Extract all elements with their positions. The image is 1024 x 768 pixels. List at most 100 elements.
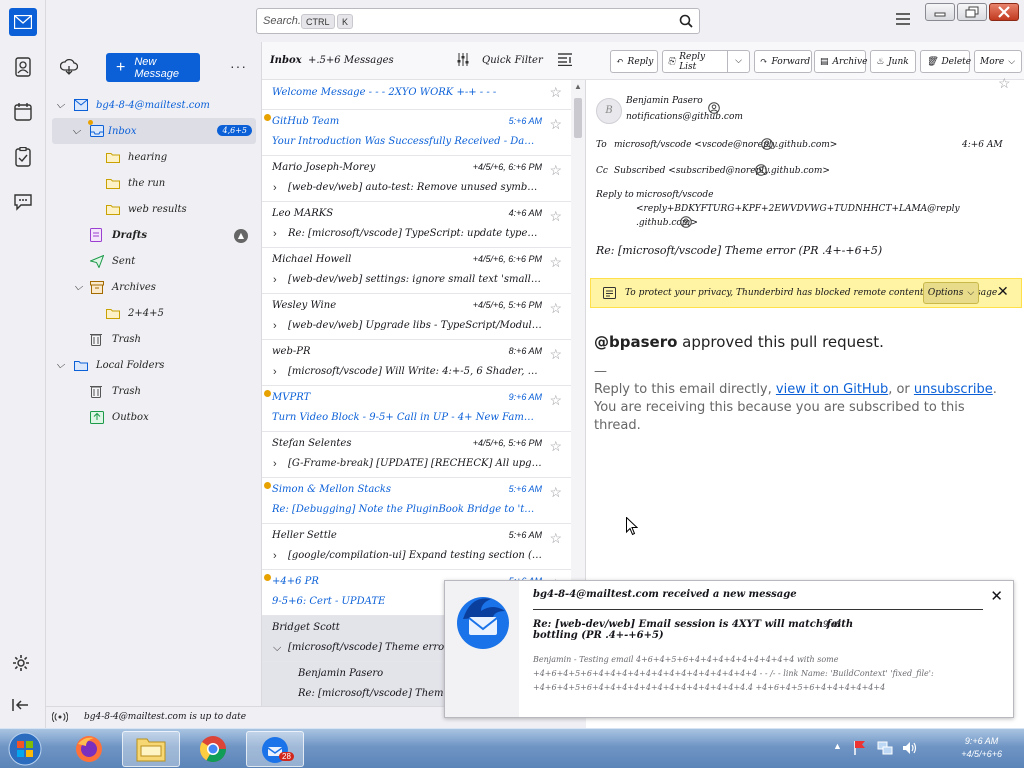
firefox-taskbar-item[interactable] <box>60 731 118 767</box>
folder-drafts[interactable]: Drafts ▲ <box>46 222 262 248</box>
network-icon[interactable] <box>877 741 893 755</box>
folder-archive-sub[interactable]: 2+4+5 <box>46 300 262 326</box>
message-row[interactable]: Welcome Message - - - 2XYO WORK +-+ - - … <box>262 80 572 110</box>
close-icon[interactable]: ✕ <box>997 284 1009 300</box>
folder-hearing[interactable]: hearing <box>46 144 262 170</box>
star-icon[interactable]: ☆ <box>549 162 562 179</box>
message-row[interactable]: Michael Howell +4/5/+6, 6:+6 PM › [web-dev/… <box>262 248 572 294</box>
chevron-down-icon[interactable]: ⌵ <box>72 124 80 138</box>
chevron-down-icon[interactable]: ⌵ <box>74 280 82 294</box>
junk-button[interactable]: ♨ Junk <box>870 50 916 73</box>
folder-local[interactable]: ⌵ Local Folders <box>46 352 262 378</box>
chevron-right-icon[interactable]: › <box>273 228 277 240</box>
message-row[interactable]: MVPRT 9:+6 AM Turn Video Block - 9-5+ Call… <box>262 386 572 432</box>
chevron-down-icon[interactable]: ⌵ <box>56 98 64 112</box>
body-username[interactable]: @bpasero <box>594 333 677 351</box>
app-menu-icon[interactable] <box>896 13 910 25</box>
chrome-taskbar-item[interactable] <box>184 731 242 767</box>
folder-sent[interactable]: Sent <box>46 248 262 274</box>
star-icon[interactable]: ☆ <box>549 530 562 547</box>
action-center-flag-icon[interactable] <box>853 740 867 756</box>
address-book-icon[interactable] <box>11 55 35 79</box>
thunderbird-taskbar-item[interactable]: 28 <box>246 731 304 767</box>
calendar-icon[interactable] <box>11 100 35 124</box>
system-clock[interactable]: 9:+6 AM +4/5/+6+6 <box>961 735 1002 761</box>
close-icon[interactable]: ✕ <box>990 587 1003 605</box>
message-row[interactable]: Simon & Mellon Stacks 5:+6 AM Re: [Debuggi… <box>262 478 572 524</box>
start-button[interactable] <box>0 731 50 767</box>
star-icon[interactable]: ☆ <box>549 484 562 501</box>
folder-archives[interactable]: ⌵ Archives <box>46 274 262 300</box>
more-button[interactable]: More ⌵ <box>974 50 1022 73</box>
filter-sliders-icon[interactable] <box>456 53 470 66</box>
chevron-right-icon[interactable]: › <box>273 182 277 194</box>
chevron-down-icon[interactable]: ⌵ <box>273 642 281 655</box>
chat-icon[interactable] <box>11 190 35 214</box>
cc-value[interactable]: Subscribed <subscribed@noreply.github.co… <box>614 166 830 176</box>
collapse-pane-icon[interactable] <box>12 698 30 712</box>
quick-filter-button[interactable]: Quick Filter <box>482 55 543 66</box>
more-options-icon[interactable]: ··· <box>230 58 247 74</box>
star-icon[interactable]: ☆ <box>549 84 562 101</box>
sender-name[interactable]: Benjamin Pasero <box>626 96 703 106</box>
star-icon[interactable]: ☆ <box>549 254 562 271</box>
search-icon[interactable] <box>679 14 693 28</box>
tasks-icon[interactable] <box>11 145 35 169</box>
reply-button[interactable]: ↶ Reply <box>610 50 658 73</box>
to-value[interactable]: microsoft/vscode <vscode@noreply.github.… <box>614 140 837 150</box>
star-icon[interactable]: ☆ <box>549 392 562 409</box>
restore-button[interactable] <box>957 3 987 21</box>
view-on-github-link[interactable]: view it on GitHub <box>776 382 888 397</box>
chevron-down-icon[interactable]: ⌵ <box>56 358 64 372</box>
chevron-right-icon[interactable]: › <box>273 366 277 378</box>
new-mail-notification[interactable]: bg4-8-4@mailtest.com received a new mess… <box>444 580 1014 718</box>
chevron-right-icon[interactable]: › <box>273 320 277 332</box>
message-row[interactable]: Leo MARKS 4:+6 AM › Re: [microsoft/vscode] … <box>262 202 572 248</box>
forward-button[interactable]: ↷ Forward <box>754 50 812 73</box>
chevron-right-icon[interactable]: › <box>273 274 277 286</box>
contact-icon[interactable] <box>708 102 720 114</box>
archive-button[interactable]: ▤ Archive <box>814 50 867 73</box>
folder-web-results[interactable]: web results <box>46 196 262 222</box>
message-row[interactable]: Stefan Selentes +4/5/+6, 5:+6 PM › [G-Frame… <box>262 432 572 478</box>
star-icon[interactable]: ☆ <box>549 300 562 317</box>
message-row[interactable]: Wesley Wine +4/5/+6, 5:+6 PM › [web-dev/web… <box>262 294 572 340</box>
close-window-button[interactable] <box>989 3 1019 21</box>
contact-icon[interactable] <box>755 164 767 176</box>
minimize-button[interactable] <box>925 3 955 21</box>
star-icon[interactable]: ☆ <box>549 346 562 363</box>
folder-inbox[interactable]: ⌵ Inbox 4,6+5 <box>52 118 256 144</box>
reply-list-button[interactable]: ⎘ Reply List ⌵ <box>662 50 750 73</box>
folder-the-run[interactable]: the run <box>46 170 262 196</box>
search-input[interactable]: Search... CTRL K <box>256 8 700 34</box>
folder-local-trash[interactable]: Trash <box>46 378 262 404</box>
volume-icon[interactable] <box>902 741 918 755</box>
scroll-up-icon[interactable]: ▲ <box>574 82 582 91</box>
settings-gear-icon[interactable] <box>12 654 30 672</box>
sender-address[interactable]: notifications@github.com <box>626 112 743 122</box>
mail-icon[interactable] <box>9 8 37 36</box>
reply-to-value-1[interactable]: microsoft/vscode <box>636 190 713 200</box>
tray-expand-icon[interactable]: ▲ <box>833 741 842 751</box>
message-row[interactable]: Heller Settle 5:+6 AM › [google/compilation… <box>262 524 572 570</box>
message-row[interactable]: Mario Joseph-Morey +4/5/+6, 6:+6 PM › [web-… <box>262 156 572 202</box>
folder-account[interactable]: ⌵ bg4-8-4@mailtest.com <box>46 92 262 118</box>
chevron-right-icon[interactable]: › <box>273 458 277 470</box>
reply-to-value-2[interactable]: <reply+BDKYFTURG+KPF+2EWVDVWG+TUDNHHCT+L… <box>636 204 960 214</box>
contact-icon[interactable] <box>680 216 692 228</box>
delete-button[interactable]: 🗑 Delete <box>920 50 971 73</box>
chevron-right-icon[interactable]: › <box>273 550 277 562</box>
unsubscribe-link[interactable]: unsubscribe <box>914 382 993 397</box>
scrollbar-thumb[interactable] <box>574 98 582 138</box>
star-icon[interactable]: ☆ <box>998 76 1011 92</box>
chevron-down-icon[interactable]: ⌵ <box>727 51 749 72</box>
new-message-button[interactable]: + New Message <box>106 53 200 82</box>
star-icon[interactable]: ☆ <box>549 208 562 225</box>
message-row[interactable]: web-PR 8:+6 AM › [microsoft/vscode] Will Wr… <box>262 340 572 386</box>
contact-icon[interactable] <box>761 138 773 150</box>
options-button[interactable]: Options ⌵ <box>923 282 979 304</box>
folder-outbox[interactable]: Outbox <box>46 404 262 430</box>
folder-trash[interactable]: Trash <box>46 326 262 352</box>
get-messages-icon[interactable] <box>60 59 78 75</box>
star-icon[interactable]: ☆ <box>549 116 562 133</box>
